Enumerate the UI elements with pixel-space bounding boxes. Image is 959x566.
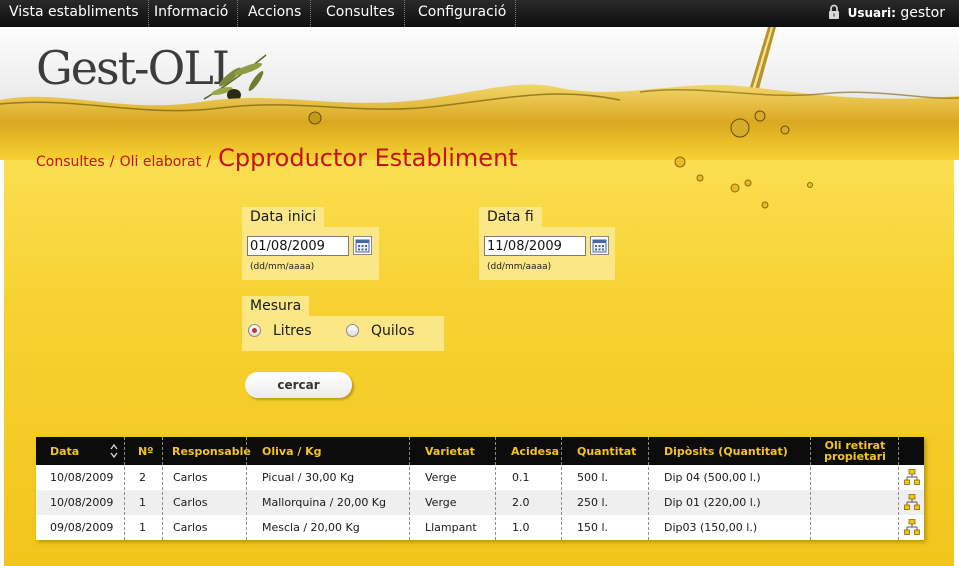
date-start-hint: (dd/mm/aaaa) <box>250 262 315 272</box>
table-row[interactable]: 10/08/2009 1 Carlos Mallorquina / 20,00 … <box>36 490 924 515</box>
menu-vista-establiments[interactable]: Vista establiments <box>0 0 149 27</box>
calendar-icon <box>592 239 607 253</box>
date-end-hint: (dd/mm/aaaa) <box>487 262 552 272</box>
calendar-icon <box>355 239 370 253</box>
oil-bubbles <box>674 156 813 209</box>
column-divider <box>246 437 247 540</box>
date-start-input[interactable] <box>247 236 349 256</box>
col-header-quantitat[interactable]: Quantitat <box>571 437 651 465</box>
column-divider <box>409 437 410 540</box>
cell-oliva: Mallorquina / 20,00 Kg <box>262 496 387 509</box>
col-header-oliva[interactable]: Oliva / Kg <box>256 437 406 465</box>
breadcrumb-separator: / <box>206 154 211 170</box>
menu-informacio[interactable]: Informació <box>145 0 239 27</box>
radio-litres-label[interactable]: Litres <box>273 323 312 339</box>
user-info: Usuari: gestor <box>828 0 945 27</box>
cell-responsable: Carlos <box>173 496 208 509</box>
table-row[interactable]: 10/08/2009 2 Carlos Picual / 30,00 Kg Ve… <box>36 465 924 490</box>
col-header-responsable[interactable]: Responsable <box>166 437 251 465</box>
cell-diposits: Dip 04 (500,00 l.) <box>664 471 761 484</box>
menu-consultes[interactable]: Consultes <box>317 0 405 27</box>
hierarchy-icon[interactable] <box>904 469 920 485</box>
table-header: Data Nº Responsable Oliva / Kg Varietat … <box>36 437 924 465</box>
cell-num: 1 <box>139 496 146 509</box>
cell-diposits: Dip03 (150,00 l.) <box>664 521 758 534</box>
column-divider <box>810 437 811 540</box>
col-header-acidesa[interactable]: Acidesa <box>505 437 565 465</box>
cell-varietat: Verge <box>425 471 457 484</box>
date-start-calendar-button[interactable] <box>353 236 372 255</box>
cell-oli-retirat <box>812 515 818 540</box>
cell-num: 2 <box>139 471 146 484</box>
cell-acidesa: 1.0 <box>512 521 530 534</box>
col-header-num[interactable]: Nº <box>132 437 162 465</box>
cell-oliva: Picual / 30,00 Kg <box>262 471 355 484</box>
cell-oli-retirat <box>812 490 818 515</box>
column-divider <box>648 437 649 540</box>
date-start-label: Data inici <box>242 207 325 227</box>
page-title: Cpproductor Establiment <box>218 144 518 172</box>
breadcrumb-separator: / <box>109 154 115 170</box>
lock-icon <box>829 4 840 19</box>
date-end-calendar-button[interactable] <box>590 236 609 255</box>
cell-acidesa: 2.0 <box>512 496 530 509</box>
breadcrumb: Consultes / Oli elaborat / Cpproductor E… <box>36 144 518 172</box>
cell-diposits: Dip 01 (220,00 l.) <box>664 496 761 509</box>
column-divider <box>898 437 899 540</box>
results-table: Data Nº Responsable Oliva / Kg Varietat … <box>36 437 924 540</box>
column-divider <box>561 437 562 540</box>
date-end-label: Data fi <box>479 207 542 227</box>
search-button[interactable]: cercar <box>245 372 352 398</box>
cell-oliva: Mescla / 20,00 Kg <box>262 521 360 534</box>
user-label: Usuari: <box>847 6 896 20</box>
cell-data: 09/08/2009 <box>50 521 114 534</box>
col-header-oli-retirat[interactable]: Oli retirat propietari <box>812 437 898 465</box>
cell-quantitat: 500 l. <box>577 471 609 484</box>
breadcrumb-consultes[interactable]: Consultes <box>36 154 105 170</box>
cell-quantitat: 250 l. <box>577 496 609 509</box>
top-menu-bar: Vista establiments Informació Accions Co… <box>0 0 959 27</box>
cell-responsable: Carlos <box>173 471 208 484</box>
cell-acidesa: 0.1 <box>512 471 530 484</box>
sort-arrows-icon[interactable] <box>110 443 118 459</box>
user-name: gestor <box>900 5 945 21</box>
hierarchy-icon[interactable] <box>904 519 920 535</box>
radio-litres[interactable] <box>248 324 261 337</box>
radio-quilos[interactable] <box>346 324 359 337</box>
breadcrumb-oli-elaborat[interactable]: Oli elaborat <box>120 154 202 170</box>
menu-accions[interactable]: Accions <box>239 0 312 27</box>
cell-data: 10/08/2009 <box>50 471 114 484</box>
table-row[interactable]: 09/08/2009 1 Carlos Mescla / 20,00 Kg Ll… <box>36 515 924 540</box>
cell-responsable: Carlos <box>173 521 208 534</box>
cell-quantitat: 150 l. <box>577 521 609 534</box>
cell-oli-retirat <box>812 465 818 490</box>
column-divider <box>124 437 125 540</box>
menu-configuracio[interactable]: Configuració <box>409 0 517 27</box>
date-end-input[interactable] <box>484 236 586 256</box>
cell-num: 1 <box>139 521 146 534</box>
radio-quilos-label[interactable]: Quilos <box>371 323 415 339</box>
cell-varietat: Verge <box>425 496 457 509</box>
cell-data: 10/08/2009 <box>50 496 114 509</box>
col-header-diposits[interactable]: Dipòsits (Quantitat) <box>658 437 808 465</box>
hierarchy-icon[interactable] <box>904 494 920 510</box>
measure-label: Mesura <box>242 296 310 316</box>
cell-varietat: Llampant <box>425 521 477 534</box>
column-divider <box>162 437 163 540</box>
column-divider <box>495 437 496 540</box>
col-header-varietat[interactable]: Varietat <box>419 437 499 465</box>
